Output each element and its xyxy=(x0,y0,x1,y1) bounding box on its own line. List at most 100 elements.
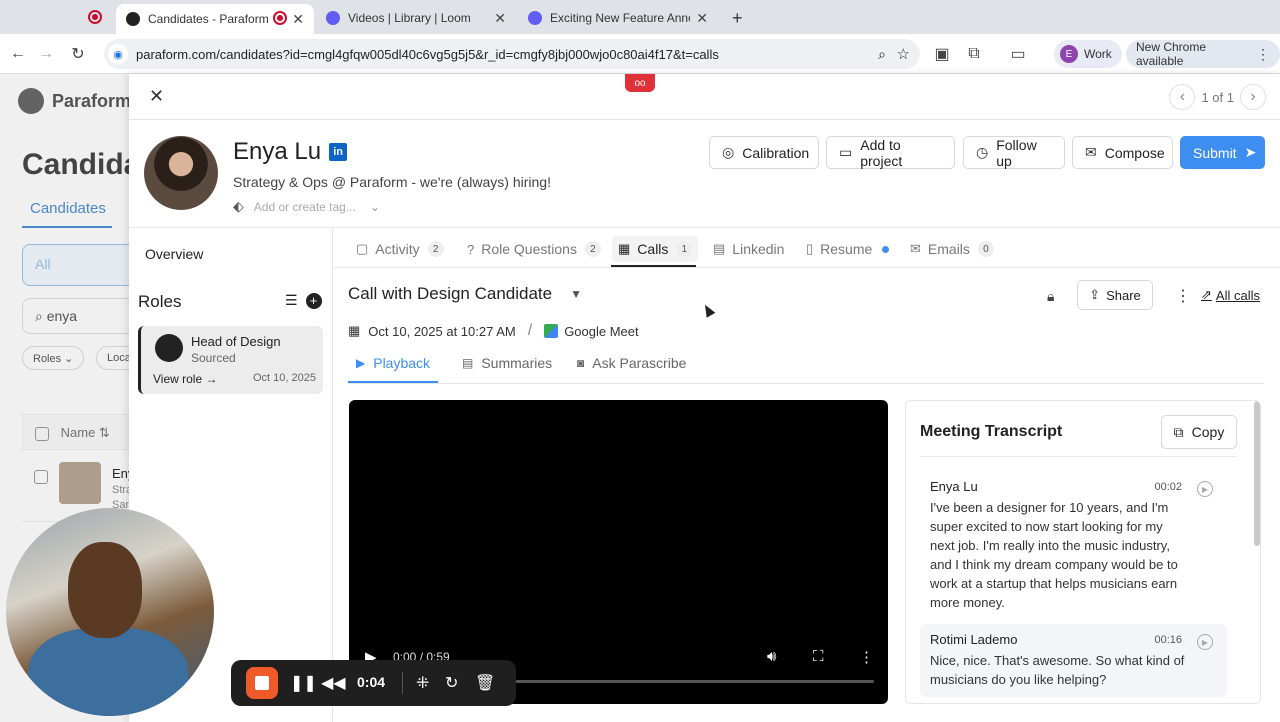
play-icon[interactable]: ▶ xyxy=(1197,481,1213,497)
close-tab-icon[interactable]: ✕ xyxy=(696,10,708,27)
calendar-icon: ▦ xyxy=(348,323,361,338)
divider: / xyxy=(527,322,533,339)
add-to-project-button[interactable]: ▭ Add to project xyxy=(826,136,955,169)
tab-resume[interactable]: ▯ Resume xyxy=(800,236,895,262)
menu-kebab-icon[interactable]: ⋮ xyxy=(1256,46,1270,63)
filter-icon[interactable]: ☰ xyxy=(285,292,298,309)
mail-icon: ✉ xyxy=(1085,144,1097,160)
restart-icon[interactable]: ↻ xyxy=(445,673,458,693)
linkedin-icon: ▤ xyxy=(713,241,726,256)
chevron-down-icon: ⌄ xyxy=(369,199,380,214)
fullscreen-icon[interactable]: ⛶ xyxy=(813,648,824,665)
site-info-icon[interactable]: ◉ xyxy=(108,44,128,64)
mail-icon: ✉ xyxy=(910,241,921,256)
video-more-icon[interactable]: ⋮ xyxy=(859,648,874,666)
play-circle-icon: ▶ xyxy=(356,356,366,370)
trash-icon[interactable]: 🗑︎ xyxy=(475,673,495,693)
tag-icon: ⬖ xyxy=(233,198,244,214)
subtab-summaries[interactable]: ▤ Summaries xyxy=(462,355,552,371)
new-tab-button[interactable]: + xyxy=(722,4,753,32)
bookmark-star-icon[interactable]: ☆ xyxy=(897,45,910,63)
call-subtabs: ▶ Playback ▤ Summaries ◙ Ask Parascribe xyxy=(348,353,1264,384)
close-drawer-icon[interactable]: ✕ xyxy=(149,86,164,107)
camera-bubble[interactable] xyxy=(6,508,214,716)
play-icon[interactable]: ▶ xyxy=(1197,634,1213,650)
cast-icon[interactable]: ▭ xyxy=(1006,42,1030,66)
candidate-avatar xyxy=(144,136,218,210)
recording-controls: ❚❚ ◀◀ 0:04 ⁜ ↻ 🗑︎ xyxy=(231,660,516,706)
chevron-down-icon: ▼ xyxy=(570,287,582,301)
active-subtab-underline xyxy=(348,381,438,383)
loom-favicon-icon xyxy=(326,11,340,25)
send-icon: ➤ xyxy=(1244,144,1257,160)
call-selector[interactable]: Call with Design Candidate ▼ xyxy=(348,284,582,304)
tab-paraform[interactable]: Candidates - Paraform ✕ xyxy=(116,4,314,34)
video-player[interactable]: ▶ 0:00 / 0:59 🔊︎ ⛶ ⋮ xyxy=(349,400,888,704)
unread-dot xyxy=(882,245,890,253)
tab-loom-library[interactable]: Videos | Library | Loom ✕ xyxy=(316,4,516,32)
puzzle-extensions-icon[interactable]: ⧉ xyxy=(962,42,986,66)
role-card[interactable]: Head of Design Sourced View role → Oct 1… xyxy=(138,326,323,394)
rewind-icon[interactable]: ◀◀ xyxy=(321,673,346,693)
add-role-icon[interactable]: + xyxy=(305,292,322,309)
browser-toolbar: ← → ↻ ◉ paraform.com/candidates?id=cmgl4… xyxy=(0,34,1280,74)
drag-handle-icon[interactable]: ⁜ xyxy=(416,673,429,693)
pause-icon[interactable]: ❚❚ xyxy=(290,673,317,693)
chrome-update-button[interactable]: New Chrome available ⋮ xyxy=(1126,40,1280,68)
transcript-entry[interactable]: Enya Lu 00:02 ▶ I've been a designer for… xyxy=(920,471,1227,620)
tab-calls[interactable]: ▦ Calls 1 xyxy=(612,236,699,262)
linkedin-icon[interactable]: in xyxy=(329,143,348,161)
stop-recording-button[interactable] xyxy=(246,667,278,699)
view-role-link[interactable]: View role → xyxy=(153,372,217,386)
subtab-playback[interactable]: ▶ Playback xyxy=(356,355,430,371)
close-tab-icon[interactable]: ✕ xyxy=(292,11,304,28)
recording-indicator-icon xyxy=(88,10,102,24)
volume-icon[interactable]: 🔊︎ xyxy=(767,648,776,665)
transcript-scrollbar[interactable] xyxy=(1254,401,1260,546)
all-calls-link[interactable]: ⇗ All calls xyxy=(1201,287,1260,303)
close-tab-icon[interactable]: ✕ xyxy=(494,10,506,27)
tab-role-questions[interactable]: ? Role Questions 2 xyxy=(461,236,607,262)
previous-candidate-icon[interactable]: ‹ xyxy=(1169,84,1196,110)
drawer-header: ✕ oo ‹ 1 of 1 › xyxy=(129,74,1280,120)
external-link-icon: ⇗ xyxy=(1201,287,1212,302)
stop-icon xyxy=(255,676,269,690)
candidate-profile-header: Enya Lu in Strategy & Ops @ Paraform - w… xyxy=(129,120,1280,228)
overview-link[interactable]: Overview xyxy=(145,246,203,262)
address-bar[interactable]: ◉ paraform.com/candidates?id=cmgl4gfqw00… xyxy=(104,39,920,69)
profile-avatar: E xyxy=(1060,45,1078,63)
lock-icon[interactable]: 🔒︎ xyxy=(1047,288,1054,305)
forward-icon[interactable]: → xyxy=(34,42,58,66)
share-button[interactable]: ⇪ Share xyxy=(1077,280,1153,310)
tab-linkedin[interactable]: ▤ Linkedin xyxy=(707,236,790,262)
calendar-icon: ▦ xyxy=(618,241,631,256)
presenter-face xyxy=(68,542,142,638)
tag-input[interactable]: ⬖ Add or create tag... ⌄ xyxy=(233,198,380,215)
paraform-favicon-icon xyxy=(126,12,140,26)
submit-button[interactable]: Submit ➤ xyxy=(1180,136,1265,169)
call-meta: ▦ Oct 10, 2025 at 10:27 AM / Google Meet xyxy=(348,322,639,339)
presenter-body xyxy=(28,628,188,716)
loom-recording-badge[interactable]: oo xyxy=(625,74,655,92)
active-tab-underline xyxy=(611,265,696,267)
zoom-icon[interactable]: ⌕ xyxy=(878,46,886,63)
extension-icon[interactable]: ▣ xyxy=(930,42,954,66)
loom-favicon-icon xyxy=(528,11,542,25)
tab-feature-announcement[interactable]: Exciting New Feature Announ ✕ xyxy=(518,4,718,32)
compose-button[interactable]: ✉ Compose xyxy=(1072,136,1173,169)
back-icon[interactable]: ← xyxy=(6,42,30,66)
alarm-clock-icon: ◷ xyxy=(976,144,989,160)
reload-icon[interactable]: ↻ xyxy=(66,42,90,66)
tab-activity[interactable]: ▢ Activity 2 xyxy=(350,236,450,262)
profile-button[interactable]: E Work xyxy=(1054,40,1122,68)
copy-button[interactable]: ⧉ Copy xyxy=(1161,415,1237,449)
more-options-icon[interactable]: ⋮ xyxy=(1175,286,1191,306)
next-candidate-icon[interactable]: › xyxy=(1240,84,1266,110)
tab-emails[interactable]: ✉ Emails 0 xyxy=(904,236,1000,262)
subtab-ask-parascribe[interactable]: ◙ Ask Parascribe xyxy=(577,355,686,371)
follow-up-button[interactable]: ◷ Follow up xyxy=(963,136,1065,169)
folder-icon: ▭ xyxy=(839,144,853,160)
transcript-entry[interactable]: Rotimi Lademo 00:16 ▶ Nice, nice. That's… xyxy=(920,624,1227,697)
calibration-button[interactable]: ◎ Calibration xyxy=(709,136,819,169)
candidate-headline: Strategy & Ops @ Paraform - we're (alway… xyxy=(233,174,551,190)
